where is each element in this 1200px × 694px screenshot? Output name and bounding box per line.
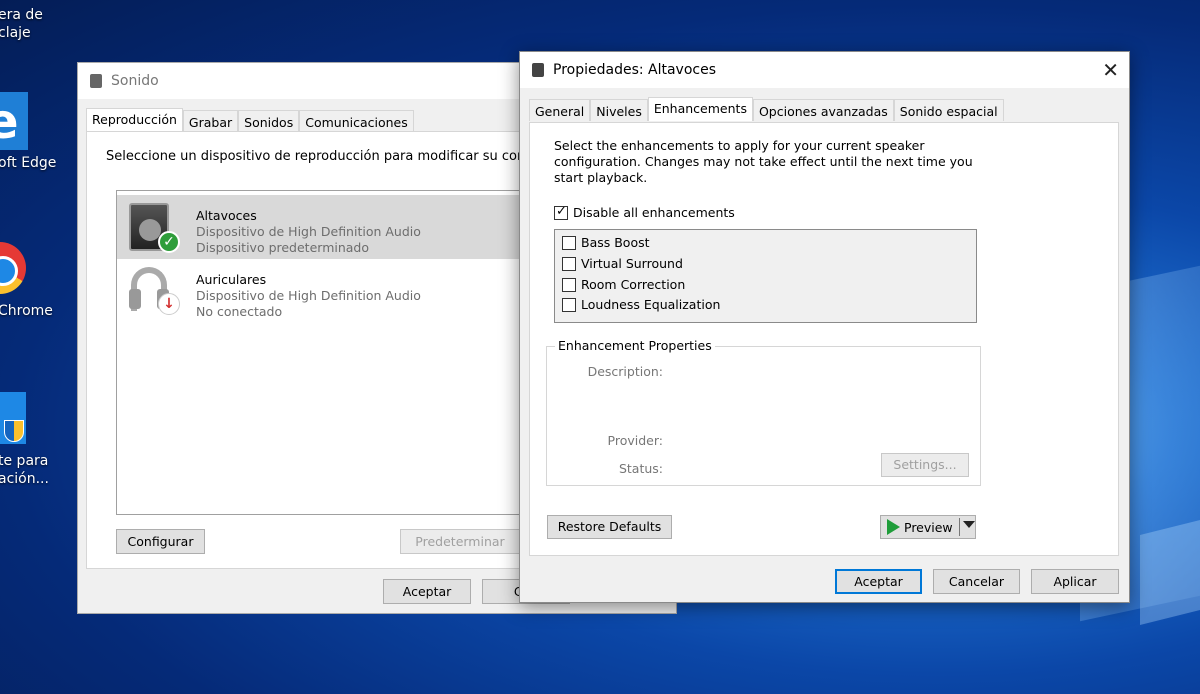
description-label: Description: xyxy=(587,364,663,379)
dropdown-separator xyxy=(959,518,960,536)
configure-button[interactable]: Configurar xyxy=(116,529,205,554)
enhancement-label: Room Correction xyxy=(581,277,686,292)
cancel-button[interactable]: Cancelar xyxy=(933,569,1020,594)
enhancement-label: Bass Boost xyxy=(581,235,650,250)
headphones-cup xyxy=(129,289,141,309)
speaker-icon xyxy=(90,74,102,88)
close-icon[interactable]: ✕ xyxy=(1102,58,1119,82)
window-title: Propiedades: Altavoces xyxy=(553,62,717,78)
checkbox-label: Disable all enhancements xyxy=(573,205,735,220)
tab-advanced[interactable]: Opciones avanzadas xyxy=(752,99,894,121)
apply-button[interactable]: Aplicar xyxy=(1031,569,1119,594)
enhancement-label: Virtual Surround xyxy=(581,256,683,271)
enhancement-item[interactable]: Loudness Equalization xyxy=(562,297,720,312)
preview-label: Preview xyxy=(904,519,953,535)
tab-playback[interactable]: Reproducción xyxy=(86,108,183,132)
tab-levels[interactable]: Niveles xyxy=(590,99,648,121)
desktop-icon-label: claje xyxy=(0,25,31,41)
checkbox-unchecked xyxy=(562,277,576,292)
checkbox-unchecked xyxy=(562,256,576,271)
device-name: Auriculares xyxy=(196,272,267,287)
check-icon: ✓ xyxy=(158,231,180,253)
tab-recording[interactable]: Grabar xyxy=(182,110,239,132)
tab-communications[interactable]: Comunicaciones xyxy=(299,110,414,132)
properties-tabs: General Niveles Enhancements Opciones av… xyxy=(529,97,1129,121)
tab-spatial-sound[interactable]: Sonido espacial xyxy=(893,99,1004,121)
enhancements-description: Select the enhancements to apply for you… xyxy=(554,138,973,185)
settings-button[interactable]: Settings... xyxy=(881,453,969,477)
device-status: No conectado xyxy=(196,304,283,319)
window-title: Sonido xyxy=(111,73,159,89)
device-driver: Dispositivo de High Definition Audio xyxy=(196,288,421,303)
tab-general[interactable]: General xyxy=(529,99,591,121)
tab-sounds[interactable]: Sonidos xyxy=(238,110,300,132)
checkbox-checked xyxy=(554,204,568,220)
set-default-button[interactable]: Predeterminar xyxy=(400,529,520,554)
restore-defaults-button[interactable]: Restore Defaults xyxy=(547,515,672,539)
ok-button[interactable]: Aceptar xyxy=(835,569,922,594)
enhancement-item[interactable]: Bass Boost xyxy=(562,235,650,250)
desktop-icon-label: Chrome xyxy=(0,303,53,319)
enhancement-item[interactable]: Virtual Surround xyxy=(562,256,683,271)
enhancements-list: Bass Boost Virtual Surround Room Correct… xyxy=(554,229,977,323)
device-status: Dispositivo predeterminado xyxy=(196,240,370,255)
down-arrow-icon: ↓ xyxy=(158,293,180,315)
provider-label: Provider: xyxy=(607,433,663,448)
preview-button[interactable]: Preview xyxy=(880,515,976,539)
shield-icon xyxy=(4,420,24,442)
checkbox-unchecked xyxy=(562,235,576,250)
chrome-icon xyxy=(0,242,26,294)
enhancement-label: Loudness Equalization xyxy=(581,297,721,312)
chevron-down-icon[interactable] xyxy=(963,521,975,528)
desktop-icon-label: te para xyxy=(0,453,49,469)
enhancement-properties-group: Enhancement Properties Description: Prov… xyxy=(546,338,981,486)
enhancement-item[interactable]: Room Correction xyxy=(562,277,685,292)
desktop-icon-label: ación... xyxy=(0,471,49,487)
device-name: Altavoces xyxy=(196,208,257,223)
desktop-icon-label: oft Edge xyxy=(0,155,57,171)
status-label: Status: xyxy=(618,461,663,476)
ok-button[interactable]: Aceptar xyxy=(383,579,471,604)
speaker-icon xyxy=(532,63,544,77)
device-driver: Dispositivo de High Definition Audio xyxy=(196,224,421,239)
edge-icon: e xyxy=(0,92,28,150)
play-icon xyxy=(887,519,900,535)
group-title: Enhancement Properties xyxy=(555,338,715,353)
properties-titlebar[interactable]: Propiedades: Altavoces xyxy=(520,52,1129,88)
desktop-icon-label: era de xyxy=(0,7,43,23)
disable-all-enhancements-checkbox[interactable]: Disable all enhancements xyxy=(554,204,735,220)
instruction-text: Seleccione un dispositivo de reproducció… xyxy=(106,149,526,164)
tab-enhancements[interactable]: Enhancements xyxy=(647,97,753,121)
speaker-properties-window: Propiedades: Altavoces ✕ General Niveles… xyxy=(519,51,1130,603)
checkbox-unchecked xyxy=(562,297,576,312)
